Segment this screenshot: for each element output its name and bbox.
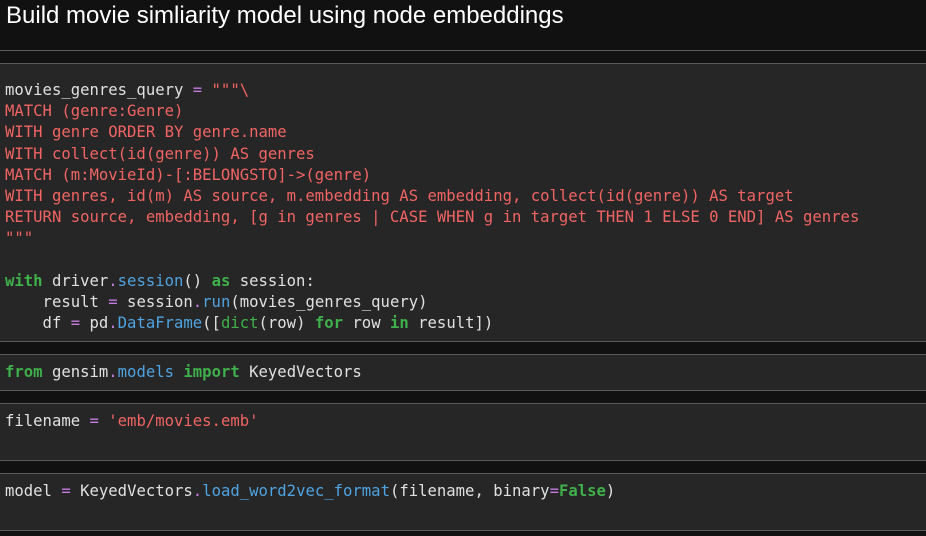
code-token: () bbox=[183, 271, 212, 290]
code-token: dict bbox=[220, 314, 259, 333]
code-token: load_word2vec_format bbox=[202, 482, 390, 500]
code-token: MATCH (m:MovieId)-[:BELONGSTO]->(genre) bbox=[5, 165, 372, 184]
code-line: RETURN source, embedding, [g in genres |… bbox=[5, 208, 859, 226]
code-token: RETURN source, embedding, [g in genres |… bbox=[5, 208, 860, 227]
code-token: row bbox=[343, 314, 390, 333]
code-token: 'emb/movies.emb' bbox=[108, 412, 259, 430]
code-cell-filename[interactable]: filename = 'emb/movies.emb' bbox=[0, 403, 926, 461]
code-token: pd bbox=[80, 314, 109, 333]
code-line: WITH genre ORDER BY genre.name bbox=[5, 123, 287, 141]
code-token: ([ bbox=[202, 314, 221, 333]
code-token: (movies_genres_query) bbox=[230, 293, 428, 312]
code-line: filename = 'emb/movies.emb' bbox=[5, 412, 259, 430]
code-token: result]) bbox=[408, 314, 494, 333]
code-line: WITH collect(id(genre)) AS genres bbox=[5, 145, 315, 163]
markdown-cell[interactable]: Build movie simliarity model using node … bbox=[0, 0, 926, 51]
code-token: = bbox=[61, 482, 71, 500]
code-token: = bbox=[549, 482, 559, 500]
code-token: KeyedVectors bbox=[239, 363, 362, 381]
notebook-page: Build movie simliarity model using node … bbox=[0, 0, 926, 536]
code-line: MATCH (m:MovieId)-[:BELONGSTO]->(genre) bbox=[5, 166, 371, 184]
code-line: df = pd.DataFrame([dict(row) for row in … bbox=[5, 314, 494, 333]
code-editor[interactable]: movies_genres_query = """\ MATCH (genre:… bbox=[5, 80, 859, 334]
code-token: . bbox=[192, 482, 203, 500]
code-line: model = KeyedVectors.load_word2vec_forma… bbox=[5, 482, 615, 500]
code-token: = bbox=[108, 293, 118, 312]
code-token: = bbox=[192, 81, 203, 99]
code-cell-import[interactable]: from gensim.models import KeyedVectors bbox=[0, 354, 926, 391]
code-token: session bbox=[117, 271, 184, 290]
code-line: from gensim.models import KeyedVectors bbox=[5, 363, 362, 381]
code-token: df bbox=[5, 314, 71, 333]
code-token: """ bbox=[5, 229, 34, 248]
code-line: MATCH (genre:Genre) bbox=[5, 102, 183, 120]
code-token: WITH genre ORDER BY genre.name bbox=[5, 123, 287, 142]
cell-gap bbox=[0, 461, 926, 473]
code-token: WITH collect(id(genre)) AS genres bbox=[5, 144, 315, 163]
code-token: result bbox=[5, 293, 109, 312]
code-token: filename bbox=[5, 412, 90, 430]
code-token: session bbox=[117, 293, 193, 312]
code-token: False bbox=[558, 482, 606, 500]
code-editor[interactable]: from gensim.models import KeyedVectors bbox=[5, 362, 362, 383]
code-token: with bbox=[5, 271, 43, 290]
code-token: movies_genres_query bbox=[5, 81, 193, 99]
code-editor[interactable]: model = KeyedVectors.load_word2vec_forma… bbox=[5, 481, 615, 502]
code-token: in bbox=[389, 314, 409, 333]
code-token: from bbox=[5, 363, 43, 381]
cell-gap bbox=[0, 342, 926, 354]
code-line: result = session.run(movies_genres_query… bbox=[5, 293, 428, 311]
code-token: WITH genres, id(m) AS source, m.embeddin… bbox=[5, 187, 794, 206]
code-token: = bbox=[70, 314, 81, 333]
code-token: = bbox=[89, 412, 99, 430]
code-token: as bbox=[211, 271, 231, 290]
code-token: . bbox=[108, 271, 118, 290]
code-line: WITH genres, id(m) AS source, m.embeddin… bbox=[5, 187, 794, 205]
code-token: models bbox=[117, 363, 175, 381]
code-line: movies_genres_query = """\ bbox=[5, 81, 249, 99]
code-token: MATCH (genre:Genre) bbox=[5, 102, 184, 121]
code-token: """\ bbox=[211, 81, 250, 99]
code-token: session: bbox=[230, 271, 315, 290]
cell-gap bbox=[0, 391, 926, 403]
code-token: . bbox=[108, 314, 118, 333]
code-token: . bbox=[192, 293, 203, 312]
code-token: KeyedVectors bbox=[70, 482, 193, 500]
code-token: (row) bbox=[258, 314, 315, 333]
code-token: for bbox=[314, 314, 344, 333]
code-token: import bbox=[183, 363, 240, 381]
code-editor[interactable]: filename = 'emb/movies.emb' bbox=[5, 411, 259, 432]
code-token: model bbox=[5, 482, 62, 500]
code-token: gensim bbox=[42, 363, 109, 381]
code-token: run bbox=[202, 293, 231, 312]
code-cell-query[interactable]: movies_genres_query = """\ MATCH (genre:… bbox=[0, 63, 926, 342]
code-token: (filename, binary bbox=[389, 482, 550, 500]
code-token: ) bbox=[605, 482, 616, 500]
code-token: driver bbox=[42, 271, 109, 290]
cell-gap bbox=[0, 51, 926, 63]
code-cell-model[interactable]: model = KeyedVectors.load_word2vec_forma… bbox=[0, 473, 926, 531]
code-line: with driver.session() as session: bbox=[5, 272, 315, 290]
code-token: . bbox=[108, 363, 118, 381]
code-token: DataFrame bbox=[117, 314, 203, 333]
code-line: """ bbox=[5, 229, 33, 247]
section-heading: Build movie simliarity model using node … bbox=[6, 2, 564, 29]
